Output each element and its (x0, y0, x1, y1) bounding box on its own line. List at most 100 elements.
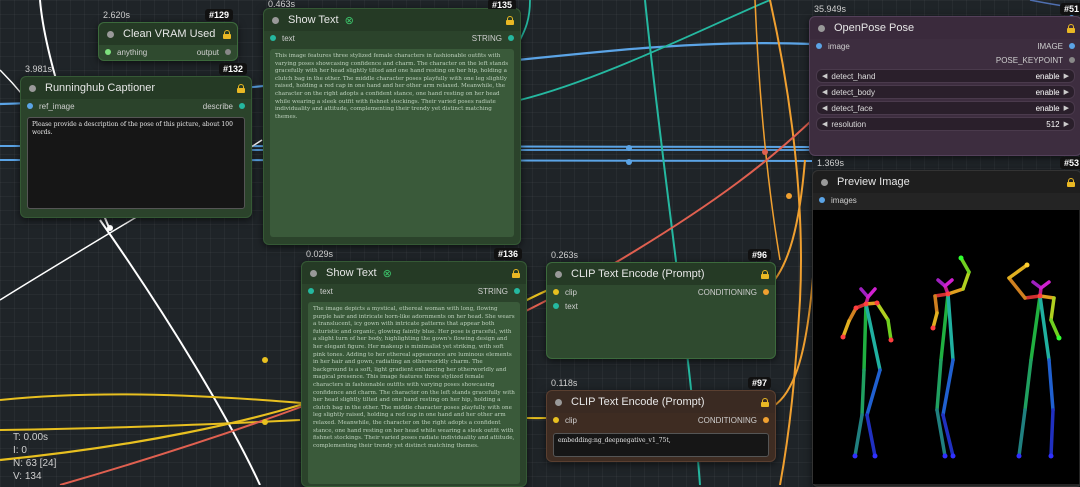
reroute-dot (786, 193, 792, 199)
slot-row: clip CONDITIONING (547, 413, 775, 427)
node-header[interactable]: Show Text ⊗ (302, 262, 526, 284)
input-slot-clip[interactable] (553, 289, 559, 295)
slot-row: text STRING (302, 284, 526, 298)
node-clip-text-encode-96[interactable]: 0.263s #96 CLIP Text Encode (Prompt) cli… (546, 249, 776, 359)
slot-row: anything output (99, 45, 237, 59)
pose-keypoints (840, 255, 1062, 459)
output-slot[interactable] (763, 417, 769, 423)
node-timer: 0.118s (551, 378, 578, 388)
node-header[interactable]: Show Text ⊗ (264, 9, 520, 31)
input-label: text (565, 301, 578, 311)
input-slot-text[interactable] (270, 35, 276, 41)
output-label: describe (202, 101, 233, 111)
collapse-dot-icon[interactable] (818, 24, 825, 32)
collapse-dot-icon[interactable] (272, 16, 279, 24)
input-label: anything (117, 47, 148, 57)
output-slot[interactable] (225, 49, 231, 55)
node-title: Show Text (288, 14, 339, 26)
node-header[interactable]: CLIP Text Encode (Prompt) (547, 263, 775, 285)
node-id-badge: #96 (747, 249, 771, 261)
input-slot-text[interactable] (308, 288, 314, 294)
output-slot[interactable] (239, 103, 245, 109)
node-preview-image[interactable]: 1.369s #53 Preview Image images (812, 157, 1080, 487)
node-header[interactable]: Runninghub Captioner (21, 77, 251, 99)
decrement-arrow-icon[interactable]: ◀ (822, 72, 827, 80)
node-runninghub-captioner[interactable]: 3.981s #132 Runninghub Captioner ref_ima… (20, 63, 252, 218)
input-label: images (831, 195, 857, 205)
node-clean-vram[interactable]: 2.620s #129 Clean VRAM Used anything out… (98, 9, 238, 61)
decrement-arrow-icon[interactable]: ◀ (822, 120, 827, 128)
widget-label: detect_face (831, 103, 873, 113)
lock-icon[interactable] (223, 29, 231, 39)
lock-icon[interactable] (506, 15, 514, 25)
widget-detect-body[interactable]: ◀ detect_body enable ▶ (816, 85, 1075, 99)
input-label: text (320, 286, 333, 296)
increment-arrow-icon[interactable]: ▶ (1064, 72, 1069, 80)
increment-arrow-icon[interactable]: ▶ (1064, 104, 1069, 112)
wire-teal (519, 0, 531, 41)
lock-icon[interactable] (761, 269, 769, 279)
output-label: CONDITIONING (697, 287, 757, 297)
reroute-dot (262, 419, 268, 425)
output-slot[interactable] (1069, 43, 1075, 49)
node-openpose-pose[interactable]: 35.949s #51 OpenPose Pose image IMAGE PO… (809, 3, 1080, 156)
wire-teal (519, 0, 771, 101)
node-id-badge: #51 (1059, 3, 1080, 15)
collapse-dot-icon[interactable] (821, 178, 828, 186)
node-header[interactable]: OpenPose Pose (810, 17, 1080, 39)
node-show-text-136[interactable]: 0.029s #136 Show Text ⊗ text STRING The … (301, 248, 527, 487)
lock-icon[interactable] (237, 83, 245, 93)
collapse-dot-icon[interactable] (310, 269, 317, 277)
output-slot[interactable] (1069, 57, 1075, 63)
collapse-dot-icon[interactable] (29, 84, 36, 92)
input-slot-text[interactable] (553, 303, 559, 309)
text-display[interactable]: This image features three stylized femal… (270, 49, 514, 237)
node-id-badge: #97 (747, 377, 771, 389)
node-show-text-135[interactable]: 0.463s #135 Show Text ⊗ text STRING This… (263, 0, 521, 245)
wire-yellow (0, 419, 301, 431)
slot-row: text STRING (264, 31, 520, 45)
widget-value: 512 (1046, 119, 1060, 129)
node-id-badge: #129 (204, 9, 233, 21)
output-label: IMAGE (1037, 41, 1063, 51)
prompt-textarea[interactable]: embedding:ng_deepnegative_v1_75t, (553, 433, 769, 457)
output-slot[interactable] (514, 288, 520, 294)
increment-arrow-icon[interactable]: ▶ (1064, 88, 1069, 96)
input-slot-images[interactable] (819, 197, 825, 203)
lock-icon[interactable] (1067, 177, 1075, 187)
output-slot[interactable] (763, 289, 769, 295)
pose-preview-image (813, 210, 1079, 484)
node-header[interactable]: Preview Image (813, 171, 1080, 193)
widget-detect-face[interactable]: ◀ detect_face enable ▶ (816, 101, 1075, 115)
node-timer: 2.620s (103, 10, 131, 20)
collapse-dot-icon[interactable] (555, 270, 562, 278)
prompt-textarea[interactable]: Please provide a description of the pose… (27, 117, 245, 209)
lock-icon[interactable] (512, 268, 520, 278)
input-slot-anything[interactable] (105, 49, 111, 55)
decrement-arrow-icon[interactable]: ◀ (822, 104, 827, 112)
lock-icon[interactable] (1067, 23, 1075, 33)
node-title: Clean VRAM Used (123, 28, 216, 40)
node-header[interactable]: Clean VRAM Used (99, 23, 237, 45)
collapse-dot-icon[interactable] (107, 30, 114, 38)
increment-arrow-icon[interactable]: ▶ (1064, 120, 1069, 128)
input-slot-ref-image[interactable] (27, 103, 33, 109)
node-timer: 1.369s (817, 158, 845, 168)
pose-skeleton-left (841, 287, 893, 458)
lock-icon[interactable] (761, 397, 769, 407)
node-header[interactable]: CLIP Text Encode (Prompt) (547, 391, 775, 413)
reroute-dot (626, 159, 632, 165)
text-display[interactable]: The image depicts a mystical, ethereal w… (308, 302, 520, 484)
input-slot-clip[interactable] (553, 417, 559, 423)
slot-row: images (813, 193, 1080, 207)
reroute-dot (626, 145, 632, 151)
widget-resolution[interactable]: ◀ resolution 512 ▶ (816, 117, 1075, 131)
node-clip-text-encode-97[interactable]: 0.118s #97 CLIP Text Encode (Prompt) cli… (546, 377, 776, 462)
decrement-arrow-icon[interactable]: ◀ (822, 88, 827, 96)
stat-n: N: 63 [24] (13, 458, 57, 469)
input-slot-image[interactable] (816, 43, 822, 49)
link-icon: ⊗ (344, 14, 354, 27)
output-slot[interactable] (508, 35, 514, 41)
collapse-dot-icon[interactable] (555, 398, 562, 406)
widget-detect-hand[interactable]: ◀ detect_hand enable ▶ (816, 69, 1075, 83)
